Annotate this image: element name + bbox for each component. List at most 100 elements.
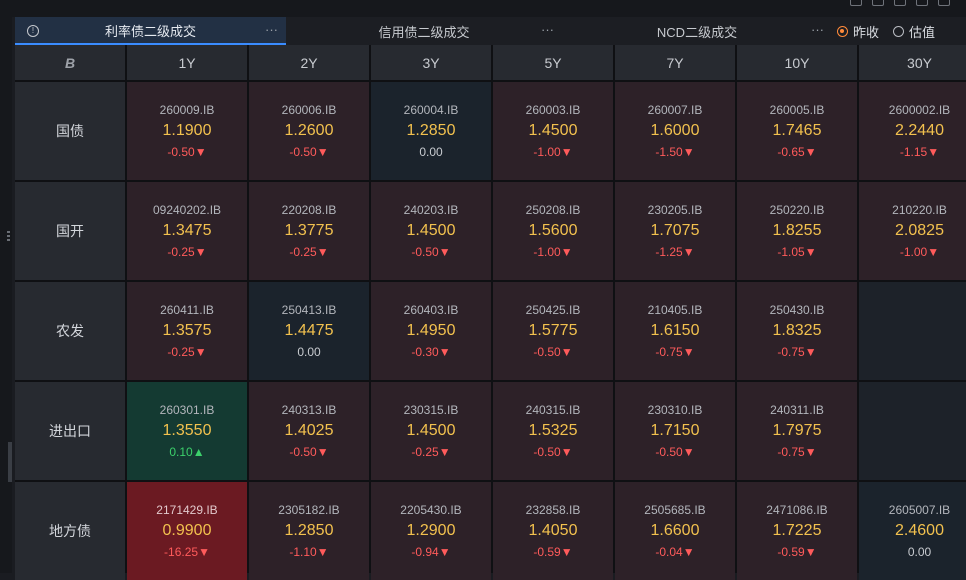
bond-cell[interactable]: 240313.IB 1.4025 -0.50▼: [249, 382, 369, 480]
bond-yield: 1.5600: [528, 222, 578, 239]
row-header: 国债: [15, 82, 125, 180]
yield-change: -0.30▼: [411, 345, 451, 359]
bond-cell[interactable]: 260411.IB 1.3575 -0.25▼: [127, 282, 247, 380]
bond-cell[interactable]: 2471086.IB 1.7225 -0.59▼: [737, 482, 857, 580]
more-icon[interactable]: ···: [541, 22, 554, 37]
save-icon[interactable]: [872, 0, 884, 6]
bond-yield: 1.5325: [528, 422, 578, 439]
radio-valuation[interactable]: 估值: [893, 22, 935, 41]
column-header-2y[interactable]: 2Y: [249, 45, 369, 80]
yield-change: -0.75▼: [777, 445, 817, 459]
bond-cell[interactable]: 250208.IB 1.5600 -1.00▼: [493, 182, 613, 280]
bond-yield: 1.7075: [650, 222, 700, 239]
yield-change: 0.00: [907, 545, 932, 559]
more-icon[interactable]: ···: [811, 22, 824, 37]
column-header-5y[interactable]: 5Y: [493, 45, 613, 80]
bond-cell[interactable]: 09240202.IB 1.3475 -0.25▼: [127, 182, 247, 280]
bond-cell[interactable]: 2171429.IB 0.9900 -16.25▼: [127, 482, 247, 580]
bond-code: 2205430.IB: [400, 503, 462, 517]
bond-code: 260411.IB: [160, 303, 214, 317]
bond-cell[interactable]: 2605007.IB 2.4600 0.00: [859, 482, 966, 580]
column-header-30y[interactable]: 30Y: [859, 45, 966, 80]
info-icon[interactable]: !: [27, 25, 39, 37]
bond-cell[interactable]: 260003.IB 1.4500 -1.00▼: [493, 82, 613, 180]
collapse-handle[interactable]: [8, 442, 12, 482]
bond-yield: 2.2440: [895, 122, 944, 139]
left-splitter[interactable]: [0, 17, 12, 573]
bond-code: 260403.IB: [403, 303, 459, 317]
bond-code: 260301.IB: [159, 403, 215, 417]
price-basis-radio-group: 昨收 估值: [837, 17, 935, 45]
yield-change: -0.94▼: [411, 545, 451, 559]
tab-credit-bonds[interactable]: 信用债二级成交 ···: [286, 17, 562, 45]
bond-code: 09240202.IB: [152, 203, 222, 217]
bond-cell[interactable]: 250220.IB 1.8255 -1.05▼: [737, 182, 857, 280]
yield-change: -0.65▼: [777, 145, 817, 159]
bond-cell[interactable]: 210405.IB 1.6150 -0.75▼: [615, 282, 735, 380]
yield-change: -0.25▼: [167, 345, 207, 359]
yield-change: -1.00▼: [533, 245, 573, 259]
bond-code: 230315.IB: [403, 403, 459, 417]
bond-code: 240313.IB: [281, 403, 337, 417]
column-header-3y[interactable]: 3Y: [371, 45, 491, 80]
bond-code: 260007.IB: [647, 103, 703, 117]
bond-cell[interactable]: 260004.IB 1.2850 0.00: [371, 82, 491, 180]
bond-cell[interactable]: 230205.IB 1.7075 -1.25▼: [615, 182, 735, 280]
radio-unchecked-icon[interactable]: [893, 25, 905, 37]
bond-code: 220208.IB: [281, 203, 337, 217]
bond-code: 260006.IB: [281, 103, 337, 117]
column-header-1y[interactable]: 1Y: [127, 45, 247, 80]
bond-cell[interactable]: 2505685.IB 1.6600 -0.04▼: [615, 482, 735, 580]
bond-cell[interactable]: 250413.IB 1.4475 0.00: [249, 282, 369, 380]
bond-code: 250208.IB: [525, 203, 581, 217]
bond-cell[interactable]: 230310.IB 1.7150 -0.50▼: [615, 382, 735, 480]
column-header-10y[interactable]: 10Y: [737, 45, 857, 80]
radio-label: 昨收: [853, 24, 880, 40]
tab-ncd[interactable]: NCD二级成交 ···: [562, 17, 832, 45]
bond-cell[interactable]: 240311.IB 1.7975 -0.75▼: [737, 382, 857, 480]
bond-cell[interactable]: 260009.IB 1.1900 -0.50▼: [127, 82, 247, 180]
back-icon[interactable]: [894, 0, 906, 6]
export-icon[interactable]: [850, 0, 862, 6]
bond-cell[interactable]: 260007.IB 1.6000 -1.50▼: [615, 82, 735, 180]
yield-change: -0.50▼: [655, 445, 695, 459]
bond-cell[interactable]: 260005.IB 1.7465 -0.65▼: [737, 82, 857, 180]
yield-change: -1.15▼: [899, 145, 940, 159]
bond-cell[interactable]: 2600002.IB 2.2440 -1.15▼: [859, 82, 966, 180]
yield-change: -0.04▼: [655, 545, 695, 559]
radio-prev-close[interactable]: 昨收: [837, 22, 879, 41]
bond-cell[interactable]: 260403.IB 1.4950 -0.30▼: [371, 282, 491, 380]
splitter-grip-icon[interactable]: [7, 231, 10, 243]
column-header-7y[interactable]: 7Y: [615, 45, 735, 80]
undo-icon[interactable]: [916, 0, 928, 6]
bond-cell[interactable]: 210220.IB 2.0825 -1.00▼: [859, 182, 966, 280]
bond-cell[interactable]: 230315.IB 1.4500 -0.25▼: [371, 382, 491, 480]
bond-code: 250425.IB: [525, 303, 581, 317]
bond-cell[interactable]: 260006.IB 1.2600 -0.50▼: [249, 82, 369, 180]
radio-checked-icon[interactable]: [837, 25, 848, 37]
bond-cell[interactable]: 240203.IB 1.4500 -0.50▼: [371, 182, 491, 280]
refresh-icon[interactable]: [938, 0, 950, 6]
bond-cell[interactable]: 232858.IB 1.4050 -0.59▼: [493, 482, 613, 580]
bond-yield: 1.4950: [406, 322, 456, 339]
bond-cell[interactable]: 240315.IB 1.5325 -0.50▼: [493, 382, 613, 480]
more-icon[interactable]: ···: [265, 22, 278, 37]
bond-yield: 1.7465: [772, 122, 822, 139]
bond-code: 250430.IB: [769, 303, 825, 317]
bond-cell[interactable]: 250430.IB 1.8325 -0.75▼: [737, 282, 857, 380]
bond-yield: 1.5775: [528, 322, 578, 339]
yield-change: -0.50▼: [289, 445, 329, 459]
bond-code: 2505685.IB: [644, 503, 706, 517]
yield-change: -0.59▼: [533, 545, 573, 559]
bond-cell[interactable]: 2205430.IB 1.2900 -0.94▼: [371, 482, 491, 580]
tab-bar: ! 利率债二级成交 ··· 信用债二级成交 ··· NCD二级成交 ··· 昨收…: [15, 17, 966, 45]
brand-logo-icon: B: [64, 54, 76, 71]
bond-cell[interactable]: 2305182.IB 1.2850 -1.10▼: [249, 482, 369, 580]
empty-cell: [859, 382, 966, 480]
tab-rate-bonds[interactable]: ! 利率债二级成交 ···: [15, 17, 286, 45]
bond-code: 250413.IB: [281, 303, 337, 317]
bond-cell[interactable]: 250425.IB 1.5775 -0.50▼: [493, 282, 613, 380]
bond-yield: 1.3550: [162, 422, 212, 439]
bond-cell[interactable]: 260301.IB 1.3550 0.10▲: [127, 382, 247, 480]
bond-cell[interactable]: 220208.IB 1.3775 -0.25▼: [249, 182, 369, 280]
